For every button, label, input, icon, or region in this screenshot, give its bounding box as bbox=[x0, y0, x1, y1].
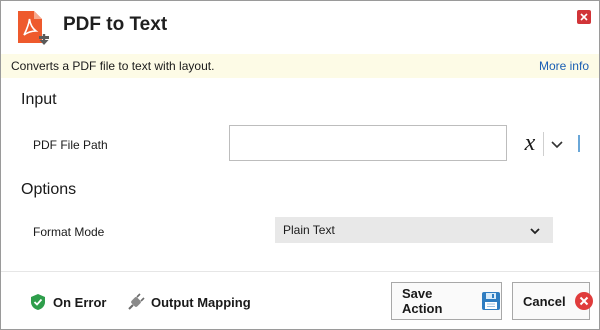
format-mode-value: Plain Text bbox=[283, 223, 335, 237]
plug-icon bbox=[127, 293, 145, 311]
pdf-to-text-dialog: PDF to Text Converts a PDF file to text … bbox=[0, 0, 600, 330]
cancel-label: Cancel bbox=[523, 293, 566, 309]
format-mode-label: Format Mode bbox=[33, 225, 105, 239]
pdf-document-download-icon bbox=[15, 10, 51, 48]
output-mapping-label: Output Mapping bbox=[151, 294, 251, 310]
more-info-link[interactable]: More info bbox=[539, 59, 589, 73]
save-action-button[interactable]: Save Action bbox=[391, 282, 502, 320]
floppy-disk-icon bbox=[481, 291, 501, 311]
pdf-file-path-label: PDF File Path bbox=[33, 138, 108, 152]
cancel-x-circle-icon bbox=[574, 291, 594, 311]
variable-x-icon[interactable]: x bbox=[519, 129, 541, 157]
output-mapping-button[interactable]: Output Mapping bbox=[127, 293, 251, 311]
chevron-down-icon[interactable] bbox=[550, 138, 564, 150]
path-divider bbox=[543, 132, 544, 156]
footer-divider bbox=[1, 271, 599, 272]
options-section-title: Options bbox=[21, 181, 77, 198]
pdf-file-path-input[interactable] bbox=[229, 125, 507, 161]
on-error-button[interactable]: On Error bbox=[29, 293, 106, 311]
dialog-title: PDF to Text bbox=[63, 14, 168, 35]
save-action-label: Save Action bbox=[402, 286, 443, 316]
focus-indicator bbox=[578, 135, 580, 152]
input-section-title: Input bbox=[21, 91, 57, 108]
cancel-button[interactable]: Cancel bbox=[512, 282, 593, 320]
format-mode-select[interactable]: Plain Text bbox=[275, 217, 553, 243]
chevron-down-icon bbox=[529, 224, 541, 236]
on-error-label: On Error bbox=[53, 294, 107, 310]
action-description: Converts a PDF file to text with layout. bbox=[11, 59, 215, 73]
shield-check-icon bbox=[29, 293, 47, 311]
title-bar: PDF to Text bbox=[1, 1, 599, 53]
description-bar: Converts a PDF file to text with layout.… bbox=[1, 54, 599, 78]
close-icon[interactable] bbox=[577, 10, 591, 24]
